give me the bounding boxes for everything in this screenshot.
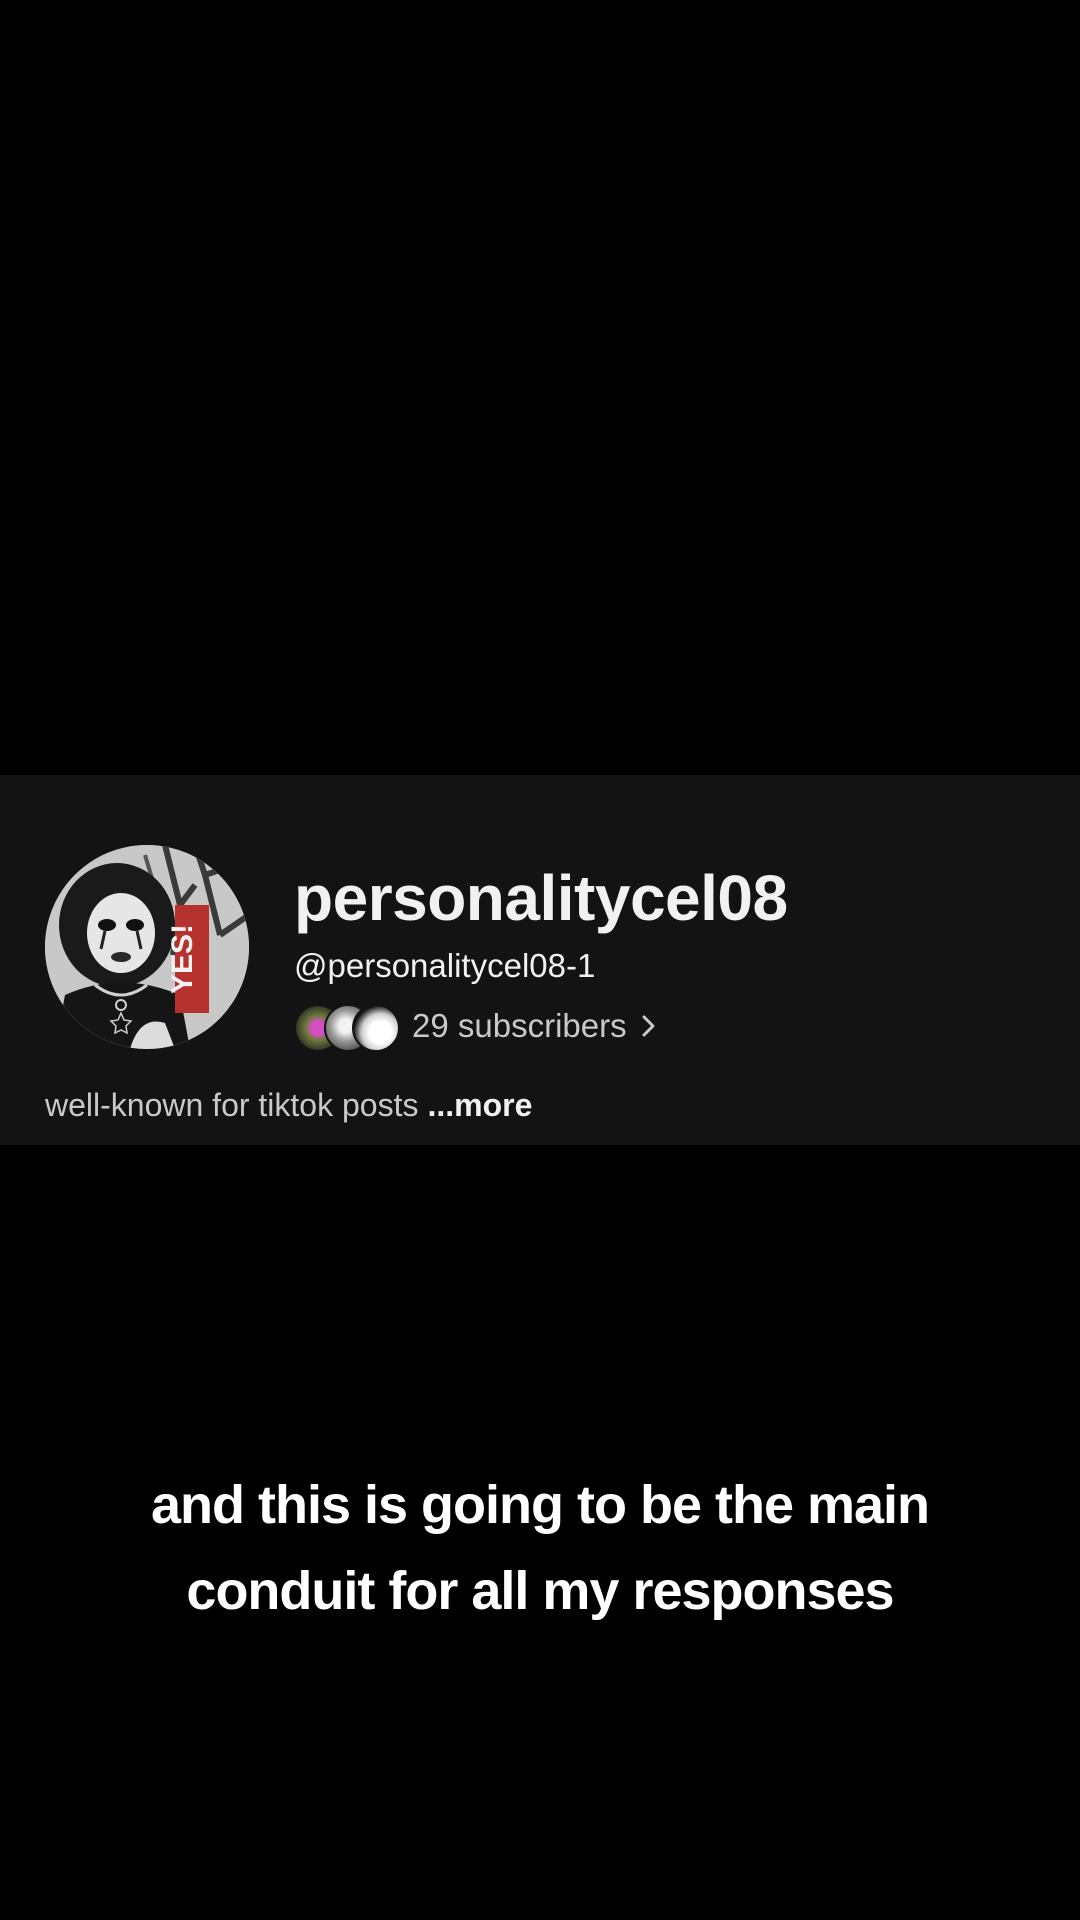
channel-avatar-image: YES!: [45, 845, 249, 1049]
more-link[interactable]: ...more: [427, 1087, 532, 1123]
channel-name: personalitycel08: [294, 862, 788, 934]
subscriber-avatars: [294, 1002, 400, 1052]
channel-handle: @personalitycel08-1: [294, 947, 596, 984]
svg-text:YES!: YES!: [166, 924, 199, 994]
channel-avatar[interactable]: YES!: [45, 845, 249, 1049]
description-text: well-known for tiktok posts: [45, 1087, 419, 1123]
channel-description: well-known for tiktok posts ...more: [45, 1087, 532, 1124]
subscriber-count: 29 subscribers: [412, 1007, 627, 1044]
video-caption: and this is going to be the main conduit…: [60, 1462, 1020, 1634]
caption-line-2: conduit for all my responses: [186, 1561, 894, 1621]
channel-header-card: YES! personalitycel08 @personalitycel08-…: [0, 775, 1080, 1145]
chevron-right-icon: [641, 1012, 657, 1040]
caption-line-1: and this is going to be the main: [150, 1475, 930, 1535]
subscribers-link[interactable]: 29 subscribers: [294, 1001, 657, 1052]
subscriber-avatar: [352, 1004, 400, 1052]
